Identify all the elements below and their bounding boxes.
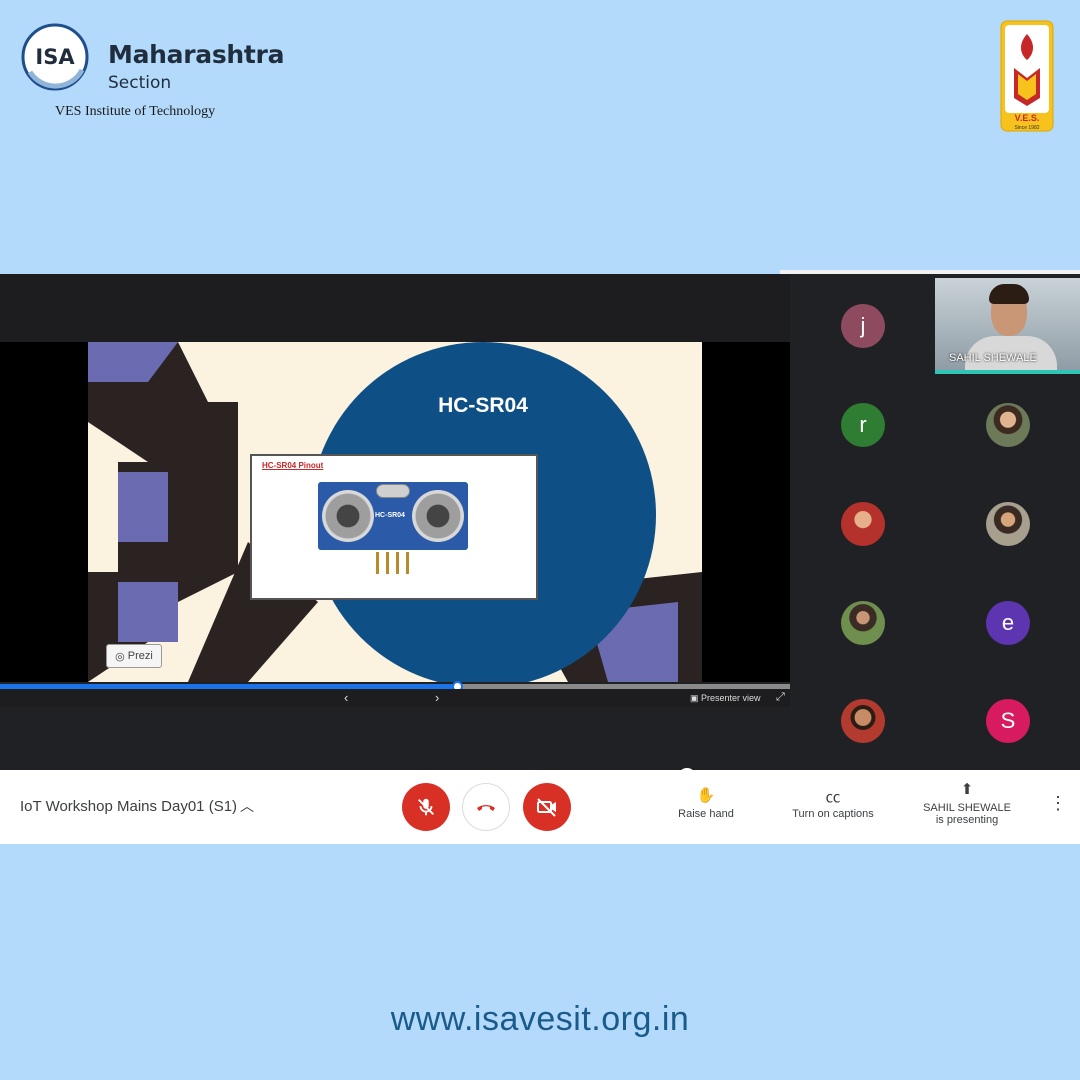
- participant-photo[interactable]: [841, 601, 885, 645]
- ves-since-text: Since 1982: [1014, 125, 1039, 131]
- sensor-pin: [396, 552, 399, 574]
- sensor-label: HC-SR04: [375, 512, 405, 519]
- camera-toggle-button[interactable]: [523, 783, 571, 831]
- presentation-top-bar: [0, 274, 790, 342]
- hand-icon: ✋: [696, 787, 716, 804]
- institute-name: VES Institute of Technology: [55, 104, 216, 119]
- receiver-transducer: [412, 490, 464, 542]
- meet-control-bar: IoT Workshop Mains Day01 (S1) ︿ ✋ Raise …: [0, 770, 1080, 844]
- chevron-up-icon[interactable]: ︿: [240, 796, 254, 816]
- captions-icon: ㏄: [825, 789, 841, 806]
- participant-initial: r: [859, 412, 867, 437]
- crystal-oscillator: [376, 484, 410, 498]
- leave-call-button[interactable]: [462, 783, 510, 831]
- sensor-pin: [406, 552, 409, 574]
- self-view-name: SAHIL SHEWALE: [949, 352, 1037, 364]
- ves-logo: V.E.S. Since 1982: [1000, 20, 1054, 132]
- website-url: www.isavesit.org.in: [390, 1000, 690, 1038]
- prezi-icon: ◎: [115, 650, 125, 663]
- isa-logo: ISA: [21, 23, 89, 91]
- presenting-status[interactable]: ⬆ SAHIL SHEWALE is presenting: [918, 780, 1016, 826]
- presenting-label: is presenting: [935, 814, 999, 826]
- prezi-controls: ‹ › ▣ Presenter view ⤢: [0, 689, 790, 707]
- org-section: Section: [108, 73, 172, 93]
- presenter-name: SAHIL SHEWALE: [923, 802, 1011, 814]
- raise-hand-button[interactable]: ✋ Raise hand: [672, 786, 740, 820]
- ves-logo-text: V.E.S.: [1015, 113, 1040, 123]
- pinout-diagram: HC-SR04 Pinout HC-SR04: [250, 454, 538, 600]
- speaking-indicator: [935, 370, 1080, 374]
- participant-photo[interactable]: [841, 699, 885, 743]
- meeting-title[interactable]: IoT Workshop Mains Day01 (S1): [20, 798, 237, 815]
- org-name: Maharashtra: [108, 40, 285, 69]
- prezi-badge[interactable]: ◎ Prezi: [106, 644, 162, 668]
- sensor-pin: [376, 552, 379, 574]
- next-slide-icon[interactable]: ›: [435, 690, 439, 705]
- camera-off-icon: [537, 798, 556, 817]
- participant-avatar[interactable]: S: [986, 699, 1030, 743]
- captions-button[interactable]: ㏄ Turn on captions: [784, 786, 882, 820]
- prezi-slide: HC-SR04 HC-SR04 Pinout HC-SR04 ◎ Prezi: [88, 342, 702, 682]
- presentation-stage: HC-SR04 HC-SR04 Pinout HC-SR04 ◎ Prezi: [0, 342, 790, 810]
- pinout-title: HC-SR04 Pinout: [262, 461, 324, 470]
- mute-microphone-button[interactable]: [402, 783, 450, 831]
- present-screen-icon: ⬆: [960, 781, 974, 798]
- microphone-off-icon: [418, 798, 434, 816]
- sensor-pin: [386, 552, 389, 574]
- prezi-label: Prezi: [127, 650, 153, 662]
- transmitter-transducer: [322, 490, 374, 542]
- participant-avatar[interactable]: e: [986, 601, 1030, 645]
- participant-avatar[interactable]: j: [841, 304, 885, 348]
- presenter-view-button[interactable]: ▣ Presenter view: [690, 693, 761, 704]
- meet-window: HC-SR04 HC-SR04 Pinout HC-SR04 ◎ Prezi ‹…: [0, 274, 1080, 810]
- hang-up-icon: [477, 805, 495, 811]
- participant-photo[interactable]: [986, 403, 1030, 447]
- presentation-area: HC-SR04 HC-SR04 Pinout HC-SR04 ◎ Prezi ‹…: [0, 274, 790, 810]
- participant-photo[interactable]: [986, 502, 1030, 546]
- previous-slide-icon[interactable]: ‹: [344, 690, 348, 705]
- participant-photo[interactable]: [841, 502, 885, 546]
- self-video-tile[interactable]: SAHIL SHEWALE: [935, 278, 1080, 374]
- raise-hand-label: Raise hand: [678, 808, 734, 820]
- slide-title: HC-SR04: [438, 394, 528, 417]
- participant-avatar[interactable]: r: [841, 403, 885, 447]
- presenter-hair: [989, 284, 1029, 304]
- more-options-icon[interactable]: ⋮: [1049, 794, 1067, 812]
- ultrasonic-sensor-image: HC-SR04: [318, 482, 468, 550]
- participant-initial: e: [1001, 610, 1015, 635]
- fullscreen-icon[interactable]: ⤢: [776, 691, 785, 704]
- isa-logo-text: ISA: [35, 45, 75, 69]
- captions-label: Turn on captions: [792, 808, 874, 820]
- participant-initial: j: [860, 313, 866, 338]
- participant-initial: S: [1000, 708, 1016, 733]
- presenter-view-label: Presenter view: [701, 693, 761, 703]
